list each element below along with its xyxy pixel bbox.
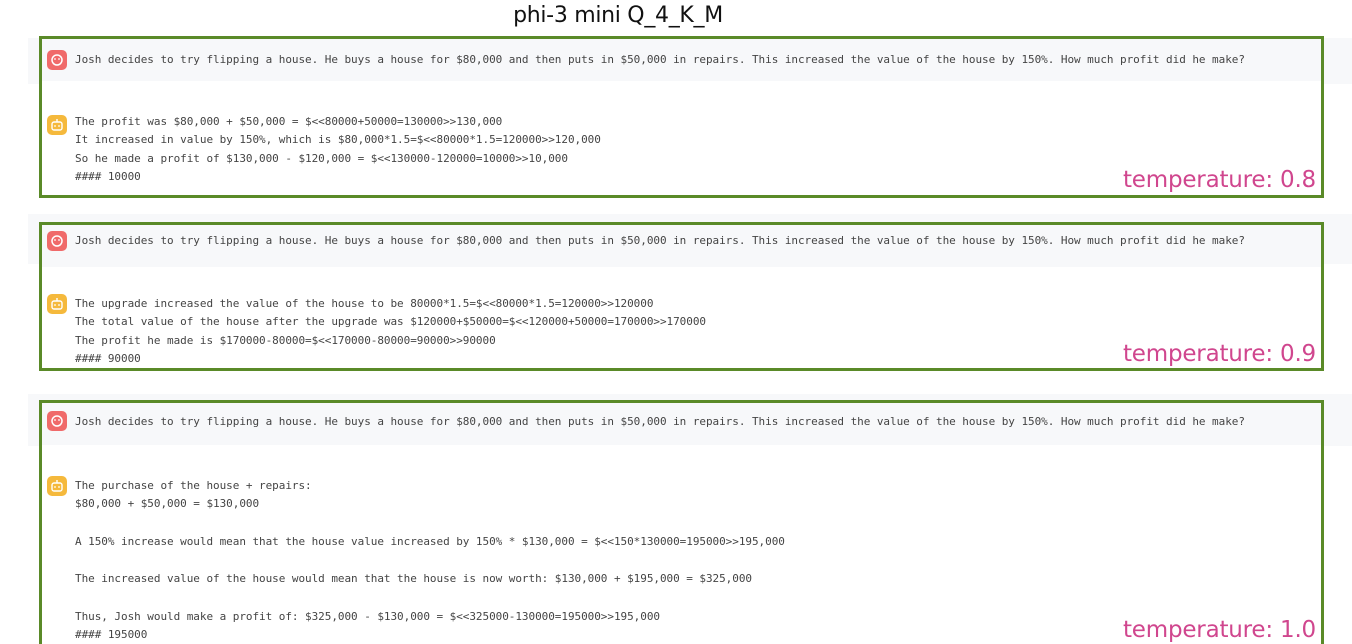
conversation-panel-temp-0.8: Josh decides to try flipping a house. He… xyxy=(39,36,1324,198)
user-question: Josh decides to try flipping a house. He… xyxy=(75,415,1245,428)
assistant-avatar-icon xyxy=(47,115,67,135)
answer-line: #### 90000 xyxy=(75,352,141,365)
assistant-avatar-icon xyxy=(47,476,67,496)
answer-line: The profit he made is $170000-80000=$<<1… xyxy=(75,334,496,347)
user-avatar-icon xyxy=(47,50,67,70)
page-title: phi-3 mini Q_4_K_M xyxy=(513,3,723,28)
answer-line: The purchase of the house + repairs: xyxy=(75,479,312,492)
user-question: Josh decides to try flipping a house. He… xyxy=(75,234,1245,247)
user-avatar-icon xyxy=(47,231,67,251)
user-message: Josh decides to try flipping a house. He… xyxy=(42,403,1321,445)
answer-line: It increased in value by 150%, which is … xyxy=(75,133,601,146)
answer-line: $80,000 + $50,000 = $130,000 xyxy=(75,497,260,510)
user-avatar-icon xyxy=(47,411,67,431)
user-message: Josh decides to try flipping a house. He… xyxy=(42,225,1321,267)
temperature-label: temperature: 0.8 xyxy=(1122,167,1316,193)
answer-line: The increased value of the house would m… xyxy=(75,572,752,585)
user-message: Josh decides to try flipping a house. He… xyxy=(42,39,1321,81)
answer-line: So he made a profit of $130,000 - $120,0… xyxy=(75,152,568,165)
answer-line: The upgrade increased the value of the h… xyxy=(75,297,654,310)
temperature-label: temperature: 0.9 xyxy=(1122,341,1316,367)
answer-line: A 150% increase would mean that the hous… xyxy=(75,535,785,548)
assistant-avatar-icon xyxy=(47,294,67,314)
user-question: Josh decides to try flipping a house. He… xyxy=(75,53,1245,66)
answer-line: The profit was $80,000 + $50,000 = $<<80… xyxy=(75,115,503,128)
answer-line: #### 195000 xyxy=(75,628,148,641)
conversation-panel-temp-0.9: Josh decides to try flipping a house. He… xyxy=(39,222,1324,371)
answer-line: The total value of the house after the u… xyxy=(75,315,706,328)
temperature-label: temperature: 1.0 xyxy=(1122,617,1316,643)
answer-line: #### 10000 xyxy=(75,170,141,183)
answer-line: Thus, Josh would make a profit of: $325,… xyxy=(75,610,660,623)
conversation-panel-temp-1.0: Josh decides to try flipping a house. He… xyxy=(39,400,1324,644)
